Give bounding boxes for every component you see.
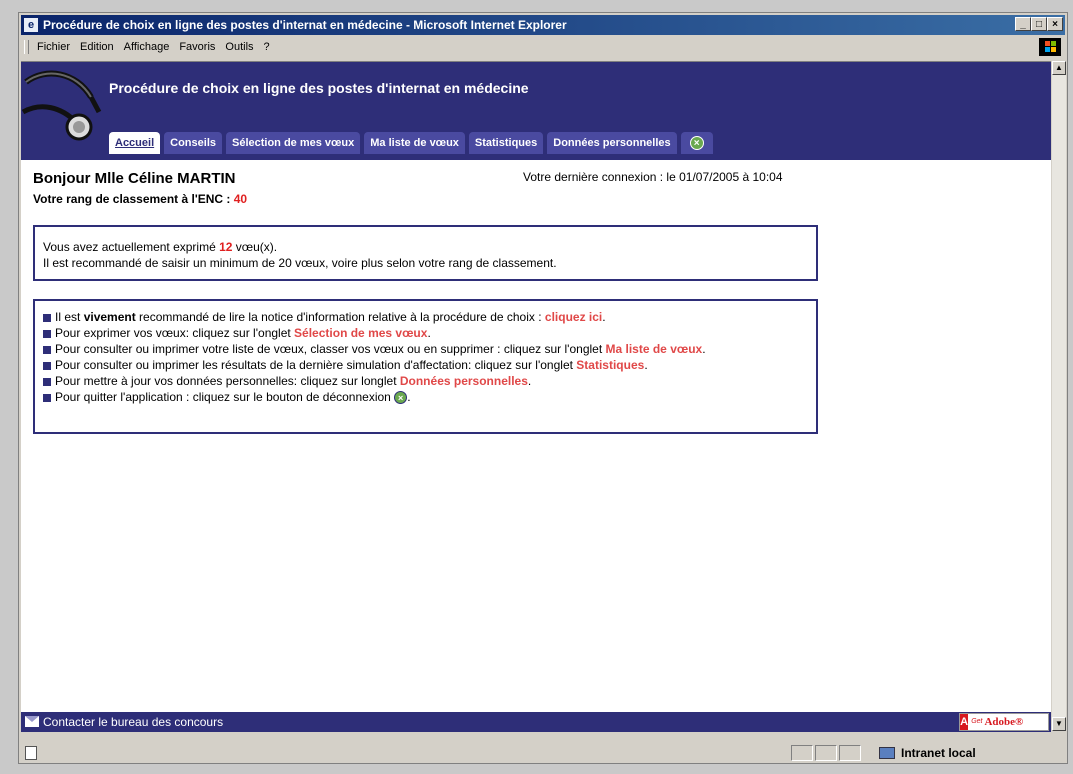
menu-fichier[interactable]: Fichier	[37, 37, 70, 57]
list-item: Pour quitter l'application : cliquez sur…	[43, 389, 808, 405]
security-zone: Intranet local	[879, 743, 976, 763]
ie-icon: e	[24, 18, 38, 32]
menu-outils[interactable]: Outils	[225, 37, 253, 57]
logout-icon: ×	[689, 136, 704, 150]
wishes-recommendation: Il est recommandé de saisir un minimum d…	[43, 256, 557, 270]
wishes-count-line: Vous avez actuellement exprimé 12 vœu(x)…	[43, 240, 278, 254]
page-icon	[25, 746, 37, 760]
rank-label: Votre rang de classement à l'ENC :	[33, 192, 234, 206]
logout-inline-icon[interactable]: ×	[394, 391, 408, 405]
zone-label: Intranet local	[901, 746, 976, 760]
list-item: Pour consulter ou imprimer votre liste d…	[43, 341, 808, 357]
tab-conseils[interactable]: Conseils	[164, 132, 222, 154]
logout-button[interactable]: ×	[680, 132, 713, 154]
bullet-icon	[43, 329, 51, 338]
status-bar: Intranet local	[21, 743, 1065, 763]
notice-link[interactable]: cliquez ici	[545, 310, 602, 324]
scroll-up-button[interactable]: ▲	[1052, 61, 1066, 75]
tab-liste-voeux[interactable]: Ma liste de vœux	[364, 132, 465, 154]
status-cell	[815, 745, 837, 761]
instructions-box: Il est vivement recommandé de lire la no…	[33, 299, 818, 434]
toolbar-grip[interactable]	[24, 40, 29, 54]
list-item: Il est vivement recommandé de lire la no…	[43, 309, 808, 325]
window-controls: _ □ ×	[1015, 17, 1063, 31]
close-button[interactable]: ×	[1047, 17, 1063, 31]
rank-line: Votre rang de classement à l'ENC : 40	[33, 192, 247, 206]
menu-bar: Fichier Edition Affichage Favoris Outils…	[21, 37, 1065, 57]
bullet-icon	[43, 313, 51, 322]
tab-accueil[interactable]: Accueil	[109, 132, 161, 154]
adobe-icon: A	[960, 714, 969, 730]
get-adobe-reader-button[interactable]: A Get Adobe® Reader	[959, 713, 1049, 731]
mail-icon	[25, 716, 39, 727]
main-tabs: Accueil Conseils Sélection de mes vœux M…	[109, 132, 713, 154]
app-header: Procédure de choix en ligne des postes d…	[21, 62, 1051, 160]
selection-voeux-link[interactable]: Sélection de mes vœux	[294, 326, 427, 340]
wishes-count: 12	[219, 240, 233, 254]
rank-value: 40	[233, 192, 248, 206]
list-item: Pour exprimer vos vœux: cliquez sur l'on…	[43, 325, 808, 341]
tab-donnees-personnelles[interactable]: Données personnelles	[547, 132, 677, 154]
maximize-button[interactable]: □	[1031, 17, 1047, 31]
stethoscope-logo-icon	[21, 62, 111, 160]
browser-window: e Procédure de choix en ligne des postes…	[18, 12, 1068, 764]
liste-voeux-link[interactable]: Ma liste de vœux	[606, 342, 703, 356]
bullet-icon	[43, 361, 51, 370]
menu-help[interactable]: ?	[264, 37, 270, 57]
windows-logo-icon	[1039, 38, 1061, 56]
statistiques-link[interactable]: Statistiques	[576, 358, 644, 372]
bullet-icon	[43, 377, 51, 386]
status-cell	[839, 745, 861, 761]
donnees-personnelles-link[interactable]: Données personnelles	[400, 374, 528, 388]
last-connection: Votre dernière connexion : le 01/07/2005…	[523, 170, 783, 184]
menu-favoris[interactable]: Favoris	[179, 37, 215, 57]
list-item: Pour mettre à jour vos données personnel…	[43, 373, 808, 389]
minimize-button[interactable]: _	[1015, 17, 1031, 31]
bullet-icon	[43, 345, 51, 354]
menu-edition[interactable]: Edition	[80, 37, 114, 57]
status-cell	[791, 745, 813, 761]
window-title: Procédure de choix en ligne des postes d…	[43, 18, 567, 32]
title-bar: e Procédure de choix en ligne des postes…	[21, 15, 1065, 35]
tab-statistiques[interactable]: Statistiques	[468, 132, 544, 154]
wishes-summary-box: Vous avez actuellement exprimé 12 vœu(x)…	[33, 225, 818, 281]
list-item: Pour consulter ou imprimer les résultats…	[43, 357, 808, 373]
bullet-icon	[43, 393, 51, 402]
intranet-icon	[879, 747, 895, 759]
scroll-down-button[interactable]: ▼	[1052, 717, 1066, 731]
greeting: Bonjour Mlle Céline MARTIN	[33, 170, 236, 187]
footer-bar: Contacter le bureau des concours A Get A…	[21, 712, 1051, 732]
page-viewport: Procédure de choix en ligne des postes d…	[21, 61, 1051, 732]
contact-link[interactable]: Contacter le bureau des concours	[43, 712, 223, 732]
tab-selection-voeux[interactable]: Sélection de mes vœux	[226, 132, 361, 154]
menu-affichage[interactable]: Affichage	[124, 37, 170, 57]
app-title: Procédure de choix en ligne des postes d…	[109, 80, 529, 96]
vertical-scrollbar[interactable]: ▲ ▼	[1052, 61, 1066, 731]
